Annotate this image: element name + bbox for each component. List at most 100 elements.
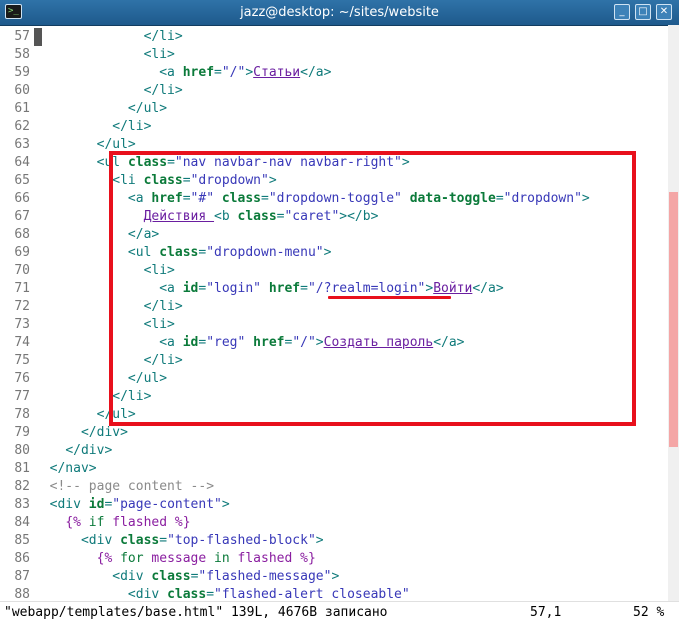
line-code: </li> — [34, 28, 183, 46]
code-token-tag: </li> — [143, 29, 183, 44]
code-token-attr: id — [88, 497, 105, 512]
code-token-attr: href — [182, 65, 215, 80]
maximize-button[interactable]: □ — [635, 4, 651, 20]
line-number: 71 — [14, 281, 30, 296]
code-token-tag: > — [221, 497, 230, 512]
code-token-tag: <div — [112, 569, 152, 584]
annotation-highlight-box — [109, 151, 636, 426]
line-code: <div id="page-content"> — [34, 496, 230, 514]
code-token-lnk: Статьи — [253, 65, 301, 80]
line-number: 70 — [14, 263, 30, 278]
line-code: {% for message in flashed %} — [34, 550, 316, 568]
scrollbar[interactable] — [668, 25, 679, 601]
line-number: 86 — [14, 551, 30, 566]
code-token-kw: for — [120, 551, 152, 566]
line-number: 69 — [14, 245, 30, 260]
annotation-underline — [328, 296, 451, 299]
minimize-button[interactable]: _ — [614, 4, 630, 20]
line-number: 73 — [14, 317, 30, 332]
line-number: 57 — [14, 29, 30, 44]
code-token-tag: > — [331, 569, 340, 584]
line-code: <a href="/">Статьи</a> — [34, 64, 331, 82]
code-token-cmt: <!-- page content --> — [49, 479, 215, 494]
code-token-tag: = — [206, 587, 215, 601]
close-button[interactable]: ✕ — [656, 4, 672, 20]
status-cursor-position: 57,1 — [530, 605, 562, 620]
code-token-tag: = — [214, 65, 222, 80]
code-token-str: "page-content" — [112, 497, 222, 512]
line-code: <div class="top-flashed-block"> — [34, 532, 324, 550]
scrollbar-thumb[interactable] — [669, 192, 678, 447]
line-number: 83 — [14, 497, 30, 512]
line-number: 85 — [14, 533, 30, 548]
code-token-jinja: {% — [96, 551, 121, 566]
line-number: 87 — [14, 569, 30, 584]
code-token-tag: <li> — [143, 47, 175, 62]
line-code: </nav> — [34, 460, 97, 478]
code-token-tag: > — [315, 533, 324, 548]
line-code: <li> — [34, 46, 175, 64]
line-code: <div class="flashed-message"> — [34, 568, 339, 586]
code-token-tag: > — [245, 65, 254, 80]
code-token-jinja: flashed — [237, 551, 301, 566]
line-number: 61 — [14, 101, 30, 116]
code-token-tag: </div> — [65, 443, 113, 458]
line-number: 77 — [14, 389, 30, 404]
code-token-tag: </ul> — [96, 137, 136, 152]
code-token-jinja: %} — [300, 551, 316, 566]
code-token-str: "top-flashed-block" — [167, 533, 316, 548]
code-token-tag: <a — [159, 65, 183, 80]
line-number: 67 — [14, 209, 30, 224]
line-number: 84 — [14, 515, 30, 530]
line-number: 72 — [14, 299, 30, 314]
line-code: <div class="flashed-alert closeable" — [34, 586, 410, 601]
code-token-tag: = — [159, 533, 168, 548]
line-number: 81 — [14, 461, 30, 476]
title-bar: >_ jazz@desktop: ~/sites/website _ □ ✕ — [0, 0, 679, 26]
line-number: 75 — [14, 353, 30, 368]
code-token-str: "/" — [221, 65, 246, 80]
line-number: 78 — [14, 407, 30, 422]
line-number: 79 — [14, 425, 30, 440]
line-number: 88 — [14, 587, 30, 601]
line-number: 58 — [14, 47, 30, 62]
line-number: 74 — [14, 335, 30, 350]
code-token-tag: </div> — [80, 425, 128, 440]
line-number: 62 — [14, 119, 30, 134]
line-number: 82 — [14, 479, 30, 494]
line-code: {% if flashed %} — [34, 514, 190, 532]
line-code: </li> — [34, 82, 183, 100]
line-number: 76 — [14, 371, 30, 386]
code-token-kw: if — [88, 515, 113, 530]
status-scroll-percent: 52 % — [633, 605, 665, 620]
code-token-tag: <div — [49, 497, 89, 512]
code-token-attr: class — [151, 569, 191, 584]
line-number: 68 — [14, 227, 30, 242]
code-token-str: "flashed-message" — [198, 569, 332, 584]
status-line: "webapp/templates/base.html" 139L, 4676B… — [0, 601, 679, 631]
line-number: 59 — [14, 65, 30, 80]
line-code: </li> — [34, 118, 151, 136]
line-number: 80 — [14, 443, 30, 458]
line-code: </div> — [34, 442, 112, 460]
line-code: </div> — [34, 424, 128, 442]
code-token-attr: class — [167, 587, 207, 601]
code-token-tag: <div — [127, 587, 168, 601]
code-token-tag: </ul> — [127, 101, 168, 116]
status-file-message: "webapp/templates/base.html" 139L, 4676B… — [4, 605, 388, 620]
code-token-str: "flashed-alert closeable" — [214, 587, 410, 601]
